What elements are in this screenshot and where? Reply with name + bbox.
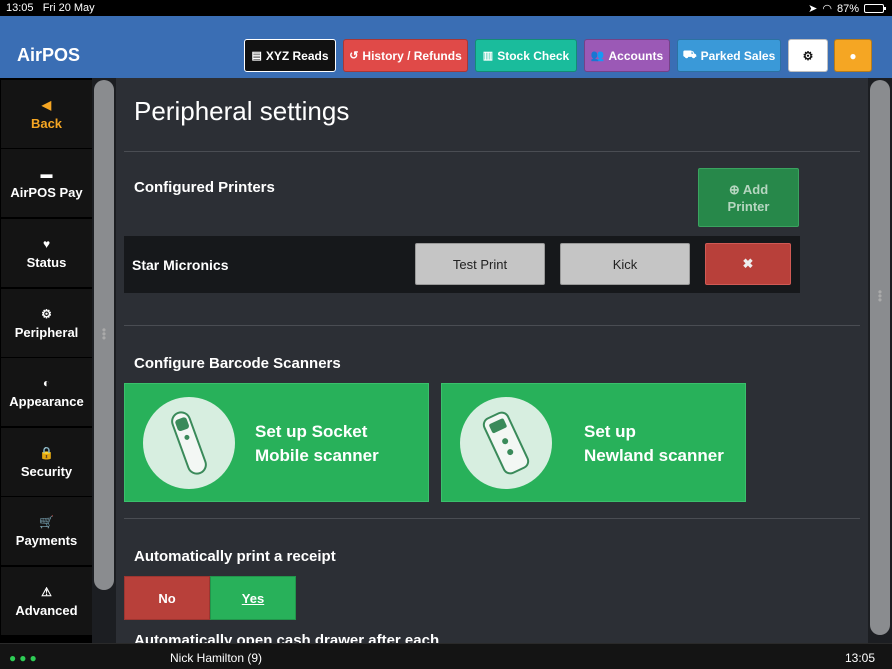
parked-sales-button[interactable]: ⛟ Parked Sales	[677, 39, 781, 72]
auto-drawer-heading: Automatically open cash drawer after eac…	[134, 632, 440, 643]
history-refunds-button[interactable]: ↺ History / Refunds	[343, 39, 468, 72]
warning-icon: ⚠	[41, 584, 52, 599]
printer-row: Star Micronics Test Print Kick ✖	[124, 236, 800, 293]
printer-name: Star Micronics	[132, 257, 229, 273]
heartbeat-icon: ♥	[42, 236, 51, 251]
connection-status-icon: ●●●	[9, 651, 40, 665]
settings-button[interactable]: ⚙	[788, 39, 828, 72]
socket-scanner-button[interactable]: Set up Socket Mobile scanner	[124, 383, 429, 502]
settings-content: Peripheral settings Configured Printers …	[116, 78, 868, 643]
remove-printer-button[interactable]: ✖	[705, 243, 791, 285]
test-print-button[interactable]: Test Print	[415, 243, 545, 285]
close-icon: ✖	[742, 256, 754, 271]
sidebar-item-security[interactable]: 🔒 Security	[1, 428, 92, 496]
cart-icon: 🛒	[39, 514, 54, 529]
report-icon: ▤	[251, 50, 262, 62]
sidebar-item-appearance[interactable]: ◐ Appearance	[1, 358, 92, 426]
battery-icon	[864, 4, 886, 13]
sidebar-item-peripheral[interactable]: ⚙ Peripheral	[1, 289, 92, 357]
contrast-icon: ◐	[42, 375, 51, 390]
add-printer-button[interactable]: ⊕ Add Printer	[698, 168, 799, 227]
auto-print-toggle: No Yes	[124, 576, 296, 620]
back-icon: ◀	[41, 97, 52, 112]
sidebar-item-payments[interactable]: 🛒 Payments	[1, 497, 92, 565]
stock-check-button[interactable]: ▥ Stock Check	[475, 39, 577, 72]
user-button[interactable]: ●	[834, 39, 872, 72]
device-status-bar: 13:05 Fri 20 May ➤ ◠ 87%	[0, 0, 892, 16]
logged-in-user: Nick Hamilton (9)	[170, 651, 263, 665]
newland-scanner-button[interactable]: Set up Newland scanner	[441, 383, 746, 502]
status-footer: ●●● Nick Hamilton (9) 13:05	[0, 643, 892, 669]
car-icon: ⛟	[682, 48, 697, 61]
divider	[124, 518, 860, 519]
kick-button[interactable]: Kick	[560, 243, 690, 285]
user-icon: ●	[849, 48, 857, 63]
auto-print-heading: Automatically print a receipt	[134, 548, 336, 565]
history-icon: ↺	[349, 50, 359, 62]
drag-handle-icon[interactable]: • • •	[877, 286, 883, 306]
app-title: AirPOS	[17, 45, 81, 65]
divider	[124, 151, 860, 152]
plus-circle-icon: ⊕	[728, 181, 740, 197]
page-title: Peripheral settings	[134, 96, 350, 126]
auto-print-no-button[interactable]: No	[124, 576, 210, 620]
sidebar-item-airpos-pay[interactable]: ▬ AirPOS Pay	[1, 149, 92, 217]
card-icon: ▬	[40, 166, 53, 181]
newland-scanner-icon	[460, 397, 552, 489]
sidebar-item-status[interactable]: ♥ Status	[1, 219, 92, 287]
status-time: 13:05	[6, 2, 34, 14]
configured-printers-heading: Configured Printers	[134, 179, 275, 196]
content-scrollbar[interactable]	[870, 80, 890, 635]
users-icon: 👥	[590, 50, 605, 62]
battery-percent: 87%	[836, 2, 859, 15]
settings-sidebar: ◀ Back ▬ AirPOS Pay ♥ Status ⚙ Periphera…	[0, 78, 92, 643]
wifi-icon: ◠	[822, 3, 832, 15]
auto-print-yes-button[interactable]: Yes	[210, 576, 296, 620]
socket-scanner-icon	[143, 397, 235, 489]
lock-icon: 🔒	[39, 445, 54, 460]
sidebar-item-back[interactable]: ◀ Back	[1, 80, 92, 148]
accounts-button[interactable]: 👥 Accounts	[584, 39, 670, 72]
divider	[124, 325, 860, 326]
app-header: AirPOS ▤ XYZ Reads ↺ History / Refunds ▥…	[0, 16, 892, 78]
status-date: Fri 20 May	[42, 2, 95, 14]
gear-icon: ⚙	[802, 48, 814, 63]
sidebar-item-advanced[interactable]: ⚠ Advanced	[1, 567, 92, 635]
barcode-icon: ▥	[482, 50, 494, 62]
drag-handle-icon[interactable]: • • •	[101, 324, 107, 344]
gear-icon: ⚙	[41, 306, 52, 321]
configure-scanners-heading: Configure Barcode Scanners	[134, 355, 341, 372]
footer-time: 13:05	[844, 651, 875, 665]
xyz-reads-button[interactable]: ▤ XYZ Reads	[244, 39, 336, 72]
location-icon: ➤	[808, 3, 818, 15]
